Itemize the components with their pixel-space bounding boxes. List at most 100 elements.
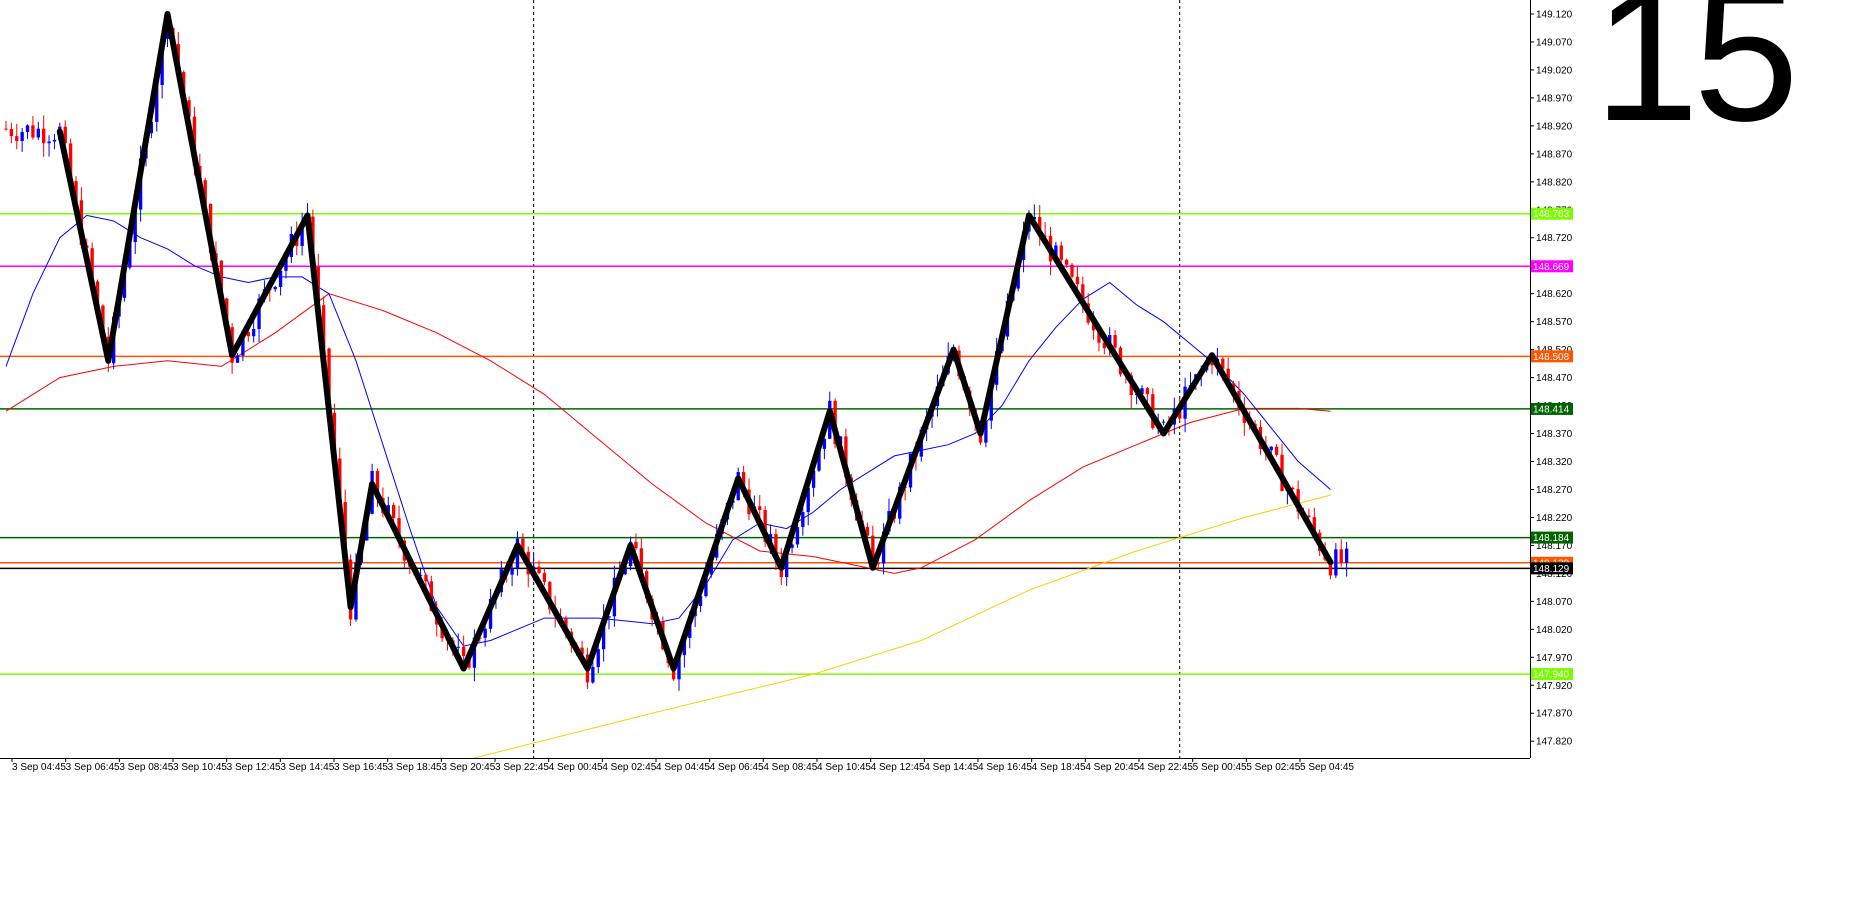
zigzag-line xyxy=(56,11,1334,672)
price-tick-label: 148.320 xyxy=(1536,457,1573,468)
price-tick-label: 148.820 xyxy=(1536,177,1573,188)
price-axis: 149.120 149.070 149.020 148.970 148.920 148.8… xyxy=(1530,0,1573,758)
session-separators xyxy=(533,0,1181,758)
time-tick-label: 4 Sep 16:45 xyxy=(978,762,1032,773)
level-tag-label: 148.414 xyxy=(1533,404,1570,415)
time-tick-label: 4 Sep 06:45 xyxy=(710,762,764,773)
time-tick-label: 3 Sep 14:45 xyxy=(280,762,334,773)
candle-body xyxy=(25,125,30,132)
time-tick-label: 3 Sep 06:45 xyxy=(66,762,120,773)
time-tick-label: 3 Sep 22:45 xyxy=(495,762,549,773)
candle-body xyxy=(20,131,24,142)
candle-body xyxy=(42,128,46,144)
time-tick-label: 3 Sep 08:45 xyxy=(119,762,173,773)
candle-body xyxy=(1334,549,1338,576)
time-tick-label: 4 Sep 00:45 xyxy=(549,762,603,773)
price-tick-label: 148.720 xyxy=(1536,233,1573,244)
level-tag-label: 148.508 xyxy=(1533,352,1570,363)
candle-body xyxy=(1113,335,1117,348)
candle-body xyxy=(1339,549,1343,563)
level-price-tags: 148.763 148.669 148.508 148.414 148.184 148.1… xyxy=(1531,207,1573,681)
timeframe-label: 15 xyxy=(1593,0,1799,161)
time-tick-label: 4 Sep 02:45 xyxy=(602,762,656,773)
candle-body xyxy=(634,541,638,549)
moving-averages xyxy=(5,214,1331,759)
price-tick-label: 149.120 xyxy=(1536,9,1573,20)
candle-body xyxy=(758,506,762,511)
price-tick-label: 147.970 xyxy=(1536,653,1573,664)
price-tick-label: 148.370 xyxy=(1536,429,1573,440)
level-tag-label: 148.763 xyxy=(1533,209,1570,220)
time-tick-label: 3 Sep 20:45 xyxy=(441,762,495,773)
level-tag-label: 148.184 xyxy=(1533,533,1570,544)
price-tick-label: 148.220 xyxy=(1536,513,1573,524)
time-tick-label: 4 Sep 08:45 xyxy=(763,762,817,773)
candle-body xyxy=(424,574,428,582)
candle-body xyxy=(1064,259,1069,265)
level-tag-label: 148.669 xyxy=(1533,262,1570,273)
candle-body xyxy=(510,568,514,575)
candle-body xyxy=(4,128,8,130)
time-tick-label: 4 Sep 18:45 xyxy=(1032,762,1086,773)
candle-body xyxy=(1274,446,1279,455)
price-tick-label: 148.470 xyxy=(1536,373,1573,384)
candle-body xyxy=(251,329,256,337)
price-tick-label: 148.020 xyxy=(1536,625,1573,636)
price-tick-label: 149.070 xyxy=(1536,37,1573,48)
time-tick-label: 5 Sep 04:45 xyxy=(1300,762,1354,773)
candle-body xyxy=(9,128,14,137)
candle-body xyxy=(483,628,487,638)
price-tick-label: 148.570 xyxy=(1536,317,1573,328)
candle-body xyxy=(1344,548,1349,563)
price-tick-label: 147.870 xyxy=(1536,709,1573,720)
candle-body xyxy=(456,646,460,648)
time-axis: 3 Sep 04:45 3 Sep 06:45 3 Sep 08:45 3 Sep 1… xyxy=(0,758,1530,773)
candle-body xyxy=(36,128,40,138)
time-tick-label: 5 Sep 00:45 xyxy=(1193,762,1247,773)
candle-body xyxy=(461,646,466,657)
candle-body xyxy=(391,505,396,519)
level-tag-label: 147.940 xyxy=(1533,670,1570,681)
candle-body xyxy=(235,355,240,363)
ma-fast-line xyxy=(5,214,1331,647)
time-tick-label: 3 Sep 16:45 xyxy=(334,762,388,773)
zigzag-overlay xyxy=(56,11,1334,672)
price-tick-label: 148.620 xyxy=(1536,289,1573,300)
candle-body xyxy=(591,666,595,683)
candle-body xyxy=(1145,388,1150,395)
candle-body xyxy=(801,512,805,528)
candle-body xyxy=(31,125,35,138)
candle-body xyxy=(1059,245,1063,260)
price-tick-label: 147.920 xyxy=(1536,681,1573,692)
candle-body xyxy=(273,286,277,290)
price-tick-label: 148.920 xyxy=(1536,121,1573,132)
time-tick-label: 3 Sep 04:45 xyxy=(12,762,66,773)
time-tick-label: 4 Sep 10:45 xyxy=(817,762,871,773)
time-tick-label: 4 Sep 12:45 xyxy=(871,762,925,773)
price-tick-label: 148.070 xyxy=(1536,597,1573,608)
candle-body xyxy=(542,573,547,582)
ma-slow-line xyxy=(5,293,1331,574)
price-tick-label: 147.820 xyxy=(1536,737,1573,748)
candle-body xyxy=(1269,446,1273,451)
candle-body xyxy=(47,141,51,144)
candle-body xyxy=(596,649,600,667)
candle-body xyxy=(795,527,800,545)
level-tag-label: 148.129 xyxy=(1533,564,1570,575)
time-tick-label: 5 Sep 02:45 xyxy=(1246,762,1300,773)
time-tick-label: 4 Sep 04:45 xyxy=(656,762,710,773)
price-chart[interactable]: 149.120 149.070 149.020 148.970 148.920 148.8… xyxy=(0,0,1863,922)
price-tick-label: 148.970 xyxy=(1536,93,1573,104)
horizontal-levels xyxy=(0,212,1530,675)
time-tick-label: 3 Sep 12:45 xyxy=(227,762,281,773)
candle-body xyxy=(15,136,19,142)
price-tick-label: 149.020 xyxy=(1536,65,1573,76)
candle-body xyxy=(537,566,541,574)
time-tick-label: 3 Sep 18:45 xyxy=(388,762,442,773)
candle-body xyxy=(1070,264,1074,277)
candle-body xyxy=(1161,421,1166,423)
candle-body xyxy=(1075,276,1080,285)
time-tick-label: 4 Sep 14:45 xyxy=(924,762,978,773)
time-tick-label: 3 Sep 10:45 xyxy=(173,762,227,773)
time-tick-label: 4 Sep 22:45 xyxy=(1139,762,1193,773)
